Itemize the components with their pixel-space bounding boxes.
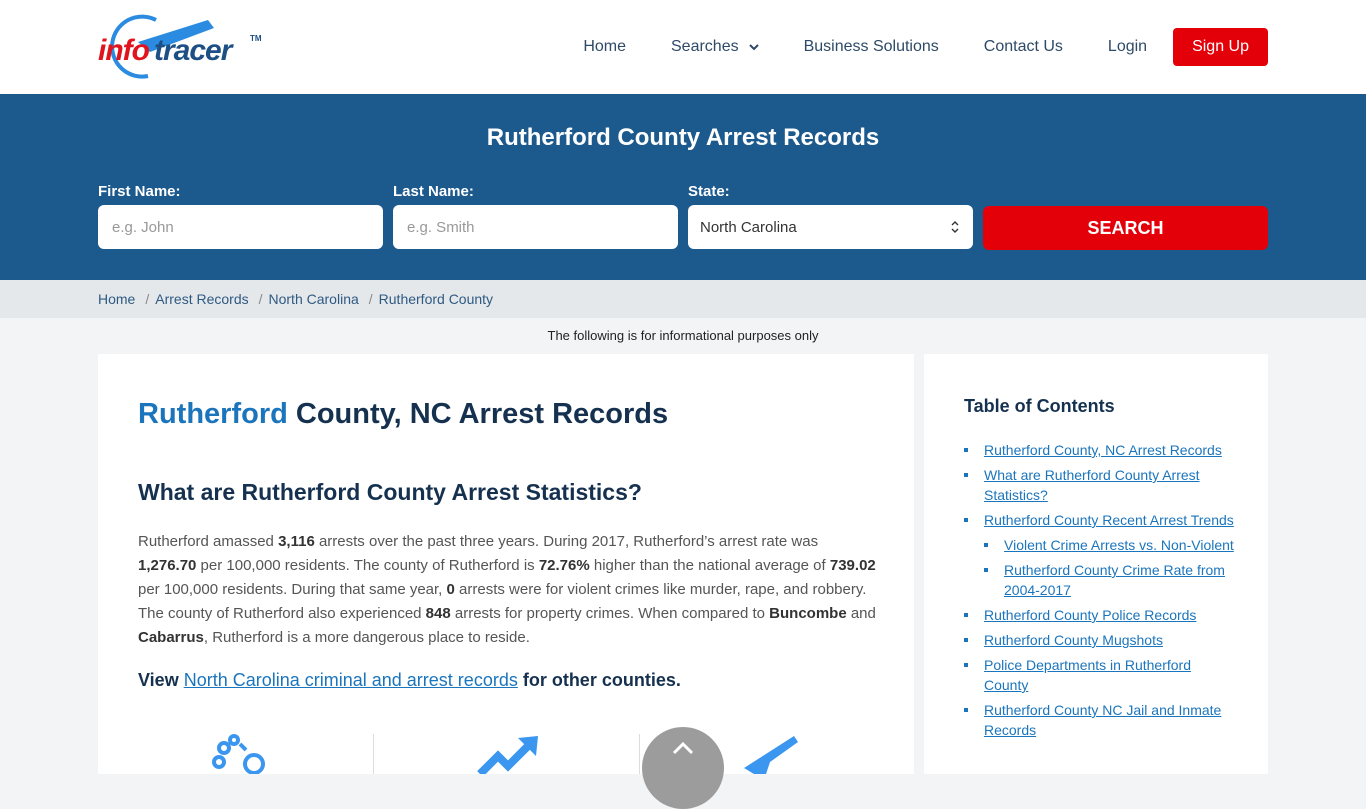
arrest-rate: 1,276.70 (138, 557, 197, 574)
page-title-accent: Rutherford (138, 398, 288, 430)
text: arrests for property crimes. When compar… (450, 605, 770, 622)
state-select-value: North Carolina (700, 218, 797, 236)
percent-above-national: 72.76% (538, 557, 590, 574)
compare-county-1: Buncombe (769, 605, 847, 622)
text: , Rutherford is a more dangerous place t… (203, 629, 530, 646)
national-average: 739.02 (829, 557, 876, 574)
toc-item: Rutherford County Police Records (964, 605, 1234, 625)
last-name-label: Last Name: (393, 183, 474, 200)
search-button[interactable]: SEARCH (983, 206, 1268, 250)
nc-records-link[interactable]: North Carolina criminal and arrest recor… (184, 670, 518, 690)
text: higher than the national average of (589, 557, 830, 574)
breadcrumb-rutherford-county[interactable]: Rutherford County (379, 291, 493, 307)
page-title-rest: County, NC Arrest Records (287, 398, 669, 430)
text: for other counties. (517, 670, 681, 690)
text: arrests over the past three years. Durin… (314, 533, 819, 550)
property-arrests: 848 (425, 605, 451, 622)
updown-arrows-icon (951, 221, 959, 233)
logo-trademark: TM (250, 34, 262, 43)
main-nav: Home Searches Business Solutions Contact… (583, 28, 1268, 66)
breadcrumb: Home / Arrest Records / North Carolina /… (0, 280, 1366, 318)
breadcrumb-arrest-records[interactable]: Arrest Records (155, 291, 248, 307)
first-name-input[interactable]: e.g. John (98, 205, 383, 249)
stat-divider (373, 734, 374, 774)
hero-title: Rutherford County Arrest Records (486, 124, 880, 151)
page-title: Rutherford County, NC Arrest Records (138, 398, 668, 431)
text: Rutherford amassed (138, 533, 279, 550)
total-arrests: 3,116 (278, 533, 315, 550)
toc-item: Rutherford County, NC Arrest Records (964, 440, 1234, 460)
breadcrumb-home[interactable]: Home (98, 291, 135, 307)
first-name-group: First Name: e.g. John (98, 183, 383, 249)
toc-link[interactable]: Violent Crime Arrests vs. Non-Violent (1004, 537, 1234, 553)
text: View (138, 670, 184, 690)
logo-text-info: info (98, 34, 150, 67)
nav-home[interactable]: Home (583, 38, 626, 56)
chevron-down-icon (748, 44, 759, 51)
chevron-up-icon (672, 741, 694, 755)
infotracer-logo[interactable]: info tracer TM (98, 14, 263, 80)
site-header: info tracer TM Home Searches Business So… (0, 0, 1366, 94)
handcuffs-icon (212, 734, 265, 774)
toc-link[interactable]: Rutherford County, NC Arrest Records (984, 442, 1222, 458)
sign-up-button[interactable]: Sign Up (1173, 28, 1268, 66)
violent-arrests: 0 (446, 581, 455, 598)
toc-item: Rutherford County NC Jail and Inmate Rec… (964, 700, 1234, 740)
toc-subitem: Violent Crime Arrests vs. Non-Violent (984, 535, 1234, 555)
breadcrumb-separator: / (368, 291, 373, 307)
search-hero: Rutherford County Arrest Records First N… (0, 94, 1366, 280)
section-heading-statistics: What are Rutherford County Arrest Statis… (138, 479, 642, 505)
compare-county-2: Cabarrus (138, 629, 204, 646)
toc-subitem: Rutherford County Crime Rate from 2004-2… (984, 560, 1234, 600)
nav-contact-us[interactable]: Contact Us (984, 38, 1063, 56)
toc-list: Rutherford County, NC Arrest Records Wha… (964, 440, 1234, 745)
breadcrumb-separator: / (258, 291, 263, 307)
last-name-group: Last Name: e.g. Smith (393, 183, 678, 249)
trend-up-icon (477, 736, 538, 774)
toc-item: Rutherford County Mugshots (964, 630, 1234, 650)
main-content: Rutherford County, NC Arrest Records Wha… (98, 354, 914, 774)
nav-searches-label: Searches (671, 38, 739, 55)
state-label: State: (688, 183, 730, 200)
toc-link[interactable]: Rutherford County Police Records (984, 607, 1196, 623)
toc-title: Table of Contents (964, 396, 1115, 416)
nav-business-solutions[interactable]: Business Solutions (804, 38, 939, 56)
text: per 100,000 residents. The county of Rut… (196, 557, 539, 574)
statistics-paragraph: Rutherford amassed 3,116 arrests over th… (138, 530, 878, 650)
scroll-to-top-button[interactable] (642, 727, 724, 809)
breadcrumb-separator: / (145, 291, 150, 307)
toc-link[interactable]: Rutherford County Recent Arrest Trends (984, 512, 1234, 528)
toc-item: Police Departments in Rutherford County (964, 655, 1234, 695)
stat-divider (639, 734, 640, 774)
toc-link[interactable]: Rutherford County NC Jail and Inmate Rec… (984, 702, 1221, 738)
text: per 100,000 residents. During that same … (138, 581, 447, 598)
state-select[interactable]: North Carolina (688, 205, 973, 249)
toc-link[interactable]: Police Departments in Rutherford County (984, 657, 1191, 693)
nav-login[interactable]: Login (1108, 38, 1147, 56)
state-group: State: North Carolina (688, 183, 973, 249)
breadcrumb-north-carolina[interactable]: North Carolina (269, 291, 359, 307)
table-of-contents: Table of Contents Rutherford County, NC … (924, 354, 1268, 774)
nav-searches[interactable]: Searches (671, 38, 759, 56)
gun-icon (744, 736, 798, 774)
toc-item: Rutherford County Recent Arrest Trends (964, 510, 1234, 530)
toc-link[interactable]: Rutherford County Mugshots (984, 632, 1163, 648)
toc-link[interactable]: Rutherford County Crime Rate from 2004-2… (1004, 562, 1225, 598)
informational-notice: The following is for informational purpo… (547, 328, 819, 343)
toc-item: What are Rutherford County Arrest Statis… (964, 465, 1234, 505)
last-name-input[interactable]: e.g. Smith (393, 205, 678, 249)
view-other-counties: View North Carolina criminal and arrest … (138, 670, 681, 691)
toc-link[interactable]: What are Rutherford County Arrest Statis… (984, 467, 1200, 503)
logo-text-tracer: tracer (154, 34, 232, 67)
text: and (846, 605, 876, 622)
first-name-label: First Name: (98, 183, 181, 200)
